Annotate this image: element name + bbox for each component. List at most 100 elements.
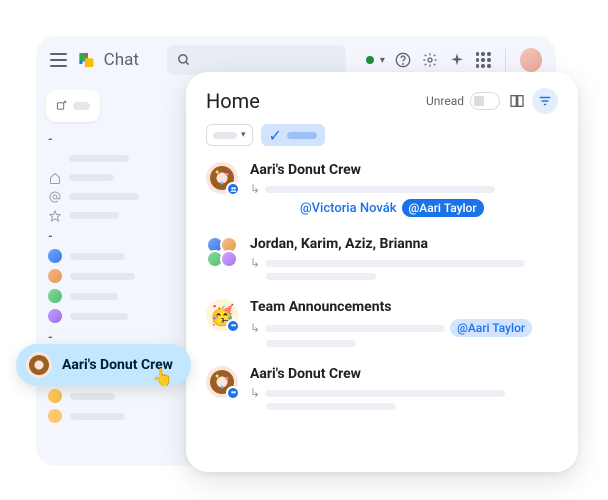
toggle-switch[interactable]: [470, 92, 500, 110]
space-avatar: [206, 162, 238, 194]
panel-title: Home: [206, 89, 260, 113]
presence-active-icon[interactable]: [366, 56, 374, 64]
space-badge-icon: [226, 319, 240, 333]
placeholder: [70, 413, 125, 420]
placeholder-icon: [48, 152, 61, 165]
conversation-body: Team Announcements ↳ @Aari Taylor: [250, 299, 558, 350]
gemini-sparkle-icon[interactable]: [449, 51, 466, 69]
conversation-list: Aari's Donut Crew ↳ @Victoria Novák @Aar…: [206, 162, 558, 413]
at-icon: [48, 190, 61, 203]
placeholder: [265, 390, 505, 397]
search-icon: [177, 53, 191, 67]
separator: [505, 49, 506, 71]
placeholder: [70, 273, 135, 280]
conversation-title: Aari's Donut Crew: [250, 366, 558, 382]
space-avatar: [206, 366, 238, 398]
group-avatar: [206, 236, 238, 268]
reply-icon: ↳: [250, 182, 260, 196]
compose-icon: [56, 99, 67, 113]
chevron-down-icon: ▾: [241, 130, 246, 140]
placeholder: [266, 403, 396, 410]
sidebar-item[interactable]: [46, 246, 166, 266]
settings-gear-icon[interactable]: [422, 51, 439, 69]
home-panel: Home Unread ▾ ✓ Aari's Donut Crew ↳: [186, 72, 578, 472]
conversation-body: Aari's Donut Crew ↳ @Victoria Novák @Aar…: [250, 162, 558, 220]
conversation-item[interactable]: Aari's Donut Crew ↳: [206, 366, 558, 413]
sidebar-item[interactable]: [46, 149, 166, 168]
sidebar-item-starred[interactable]: [46, 206, 166, 225]
search-input[interactable]: [167, 45, 346, 75]
conversation-body: Aari's Donut Crew ↳: [250, 366, 558, 413]
contact-avatar: [48, 249, 62, 263]
section-header: -: [48, 330, 166, 344]
filter-chip-active[interactable]: ✓: [261, 124, 325, 146]
unread-toggle[interactable]: Unread: [426, 92, 500, 110]
section-header: -: [48, 229, 166, 243]
filter-dropdown[interactable]: ▾: [206, 124, 253, 146]
conversation-item[interactable]: Aari's Donut Crew ↳ @Victoria Novák @Aar…: [206, 162, 558, 220]
filter-icon: [538, 94, 552, 108]
contact-avatar: [48, 309, 62, 323]
placeholder: [265, 325, 445, 332]
sidebar-item[interactable]: [46, 386, 166, 406]
sidebar-item[interactable]: [46, 306, 166, 326]
conversation-title: Jordan, Karim, Aziz, Brianna: [250, 236, 558, 252]
toggle-knob-icon: [474, 96, 484, 106]
space-badge-icon: [226, 182, 240, 196]
view-toggle-icon[interactable]: [508, 92, 526, 110]
placeholder: [287, 132, 317, 139]
filter-button[interactable]: [532, 88, 558, 114]
reply-icon: ↳: [250, 386, 260, 400]
sidebar-item[interactable]: [46, 286, 166, 306]
sidebar-item-home[interactable]: [46, 168, 166, 187]
mention-chip[interactable]: @Aari Taylor: [450, 319, 532, 337]
space-avatar: [48, 409, 62, 423]
app-name: Chat: [104, 50, 139, 70]
sidebar: - - -: [36, 84, 176, 466]
cursor-icon: 👆: [152, 368, 173, 388]
placeholder: [69, 212, 119, 219]
placeholder: [70, 253, 125, 260]
star-icon: [48, 209, 61, 222]
placeholder: [69, 174, 114, 181]
filter-chips: ▾ ✓: [206, 124, 558, 146]
mention-chip[interactable]: @Aari Taylor: [402, 199, 484, 217]
space-badge-icon: [226, 386, 240, 400]
home-icon: [48, 171, 61, 184]
placeholder: [69, 193, 139, 200]
placeholder: [70, 293, 118, 300]
reply-icon: ↳: [250, 256, 260, 270]
space-avatar: 🥳: [206, 299, 238, 331]
placeholder: [70, 393, 115, 400]
help-icon[interactable]: [395, 51, 412, 69]
sidebar-item[interactable]: [46, 266, 166, 286]
user-avatar[interactable]: [520, 48, 543, 72]
menu-icon[interactable]: [50, 53, 67, 67]
chat-logo-icon: [77, 50, 96, 70]
placeholder: [73, 102, 90, 110]
donut-icon: [26, 352, 52, 378]
contact-avatar: [48, 289, 62, 303]
placeholder: [265, 260, 525, 267]
conversation-item[interactable]: Jordan, Karim, Aziz, Brianna ↳: [206, 236, 558, 283]
space-avatar: [48, 389, 62, 403]
placeholder: [69, 155, 129, 162]
panel-header: Home Unread: [206, 88, 558, 114]
placeholder: [213, 132, 237, 139]
conversation-body: Jordan, Karim, Aziz, Brianna ↳: [250, 236, 558, 283]
placeholder: [266, 340, 356, 347]
mention-link[interactable]: @Victoria Novák: [300, 201, 397, 216]
section-header: -: [48, 132, 166, 146]
unread-label: Unread: [426, 94, 464, 108]
contact-avatar: [48, 269, 62, 283]
sidebar-item[interactable]: [46, 406, 166, 426]
presence-dropdown-icon[interactable]: ▾: [380, 55, 385, 66]
new-chat-button[interactable]: [46, 90, 100, 122]
apps-grid-icon[interactable]: [476, 52, 491, 68]
placeholder: [70, 313, 128, 320]
conversation-title: Aari's Donut Crew: [250, 162, 558, 178]
conversation-title: Team Announcements: [250, 299, 558, 315]
conversation-item[interactable]: 🥳 Team Announcements ↳ @Aari Taylor: [206, 299, 558, 350]
sidebar-item-mentions[interactable]: [46, 187, 166, 206]
placeholder: [266, 273, 376, 280]
